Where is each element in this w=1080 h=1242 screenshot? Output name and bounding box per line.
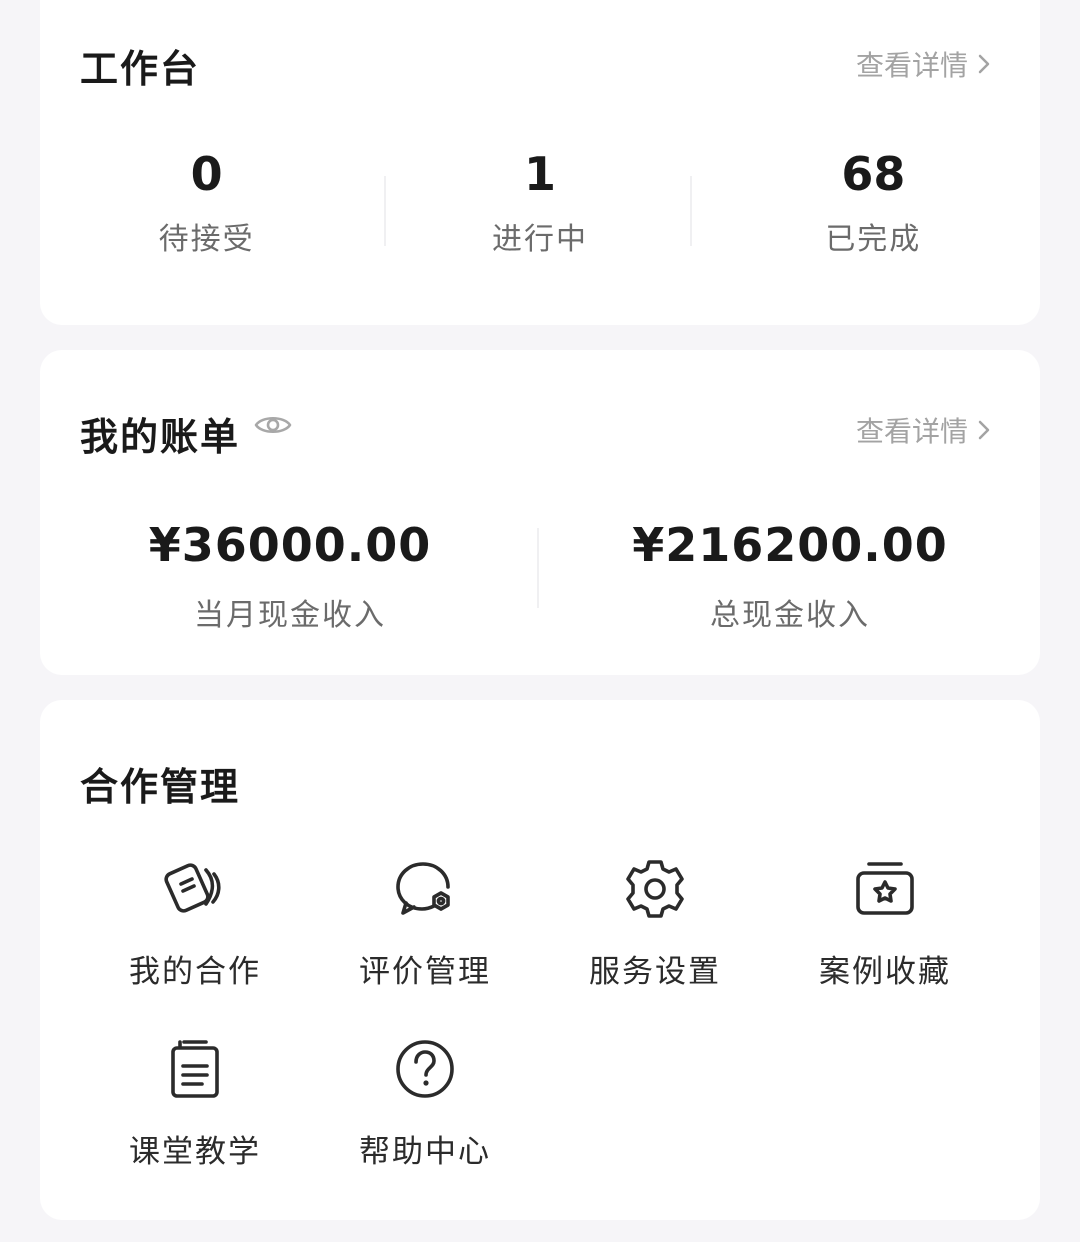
workbench-card: 工作台 查看详情 0 待接受 1 进行中 68 已完成 (40, 0, 1040, 325)
monthly-income-label: 当月现金收入 (194, 598, 386, 633)
cooperation-title: 合作管理 (80, 765, 241, 809)
grid-item-label: 评价管理 (359, 954, 491, 990)
eye-icon[interactable] (254, 412, 292, 438)
monthly-income-amount: ¥36000.00 (148, 518, 432, 572)
workbench-more-link[interactable]: 查看详情 (856, 44, 994, 84)
stat-value: 68 (841, 147, 906, 201)
stat-label: 待接受 (158, 222, 255, 257)
document-icon (171, 1040, 219, 1098)
grid-item-service-settings[interactable]: 服务设置 (540, 856, 770, 991)
grid-item-help-center[interactable]: 帮助中心 (310, 1036, 540, 1171)
total-income-amount: ¥216200.00 (632, 518, 948, 572)
chevron-right-icon (978, 420, 990, 440)
grid-item-label: 服务设置 (589, 954, 721, 990)
bill-title: 我的账单 (80, 415, 241, 459)
gear-icon (626, 860, 684, 918)
question-icon (396, 1040, 454, 1098)
workbench-title: 工作台 (80, 47, 201, 91)
total-income-label: 总现金收入 (710, 598, 870, 633)
bill-more-link[interactable]: 查看详情 (856, 410, 994, 450)
grid-item-label: 案例收藏 (819, 954, 951, 990)
grid-item-classroom[interactable]: 课堂教学 (80, 1036, 310, 1171)
stat-value: 0 (190, 147, 223, 201)
bill-card: 我的账单 查看详情 ¥36000.00 当月现金收入 ¥216200.00 总现… (40, 350, 1040, 675)
grid-item-my-cooperation[interactable]: 我的合作 (80, 856, 310, 991)
cooperation-card: 合作管理 我的合作 评价管理 服务设置 案例收藏 课堂教学 帮助中心 (40, 700, 1040, 1220)
grid-item-review-management[interactable]: 评价管理 (310, 856, 540, 991)
star-box-icon (856, 862, 914, 915)
stat-value: 1 (523, 147, 556, 201)
workbench-more-label: 查看详情 (855, 49, 968, 82)
total-income[interactable]: ¥216200.00 总现金收入 (540, 518, 1040, 634)
grid-item-label: 帮助中心 (359, 1134, 491, 1170)
bill-more-label: 查看详情 (855, 415, 968, 448)
bill-stats: ¥36000.00 当月现金收入 ¥216200.00 总现金收入 (40, 518, 1040, 634)
grid-item-label: 我的合作 (129, 954, 261, 990)
grid-item-case-collection[interactable]: 案例收藏 (770, 856, 1000, 991)
monthly-income[interactable]: ¥36000.00 当月现金收入 (40, 518, 540, 634)
stat-label: 已完成 (825, 222, 922, 257)
chevron-right-icon (978, 54, 990, 74)
workbench-stats: 0 待接受 1 进行中 68 已完成 (40, 146, 1040, 258)
divider (384, 176, 386, 246)
stat-label: 进行中 (491, 222, 588, 257)
review-icon (396, 862, 450, 915)
stat-pending[interactable]: 0 待接受 (40, 146, 373, 258)
grid-item-label: 课堂教学 (129, 1134, 261, 1170)
divider (537, 528, 539, 608)
cooperation-icon (164, 863, 221, 913)
divider (690, 176, 692, 246)
stat-in-progress[interactable]: 1 进行中 (373, 146, 706, 258)
stat-completed[interactable]: 68 已完成 (707, 146, 1040, 258)
